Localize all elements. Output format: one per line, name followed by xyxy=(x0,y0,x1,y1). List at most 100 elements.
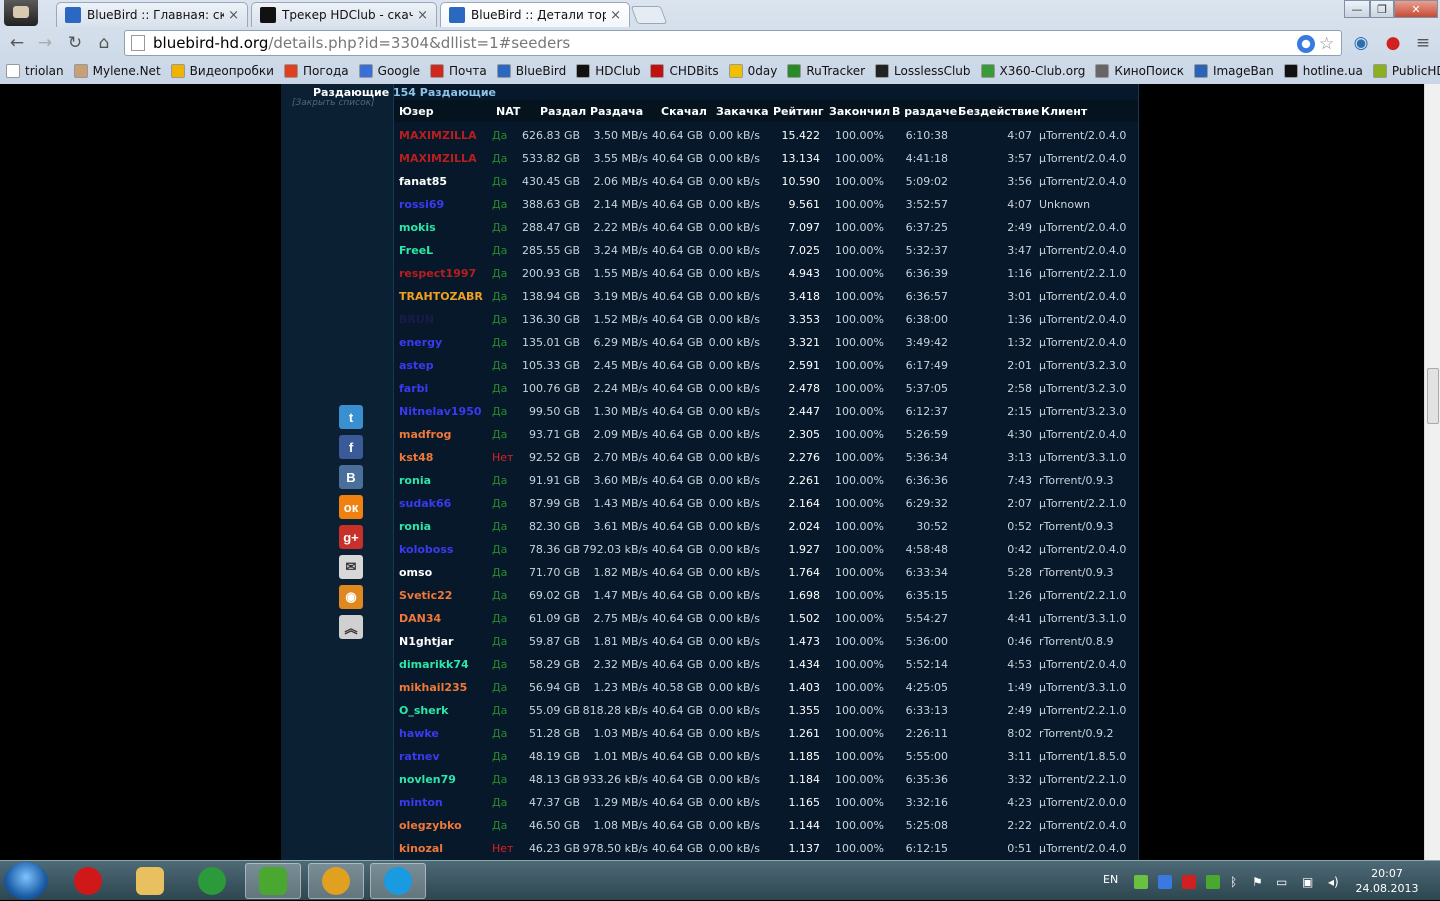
cell-user[interactable]: N1ghtjar xyxy=(399,635,489,648)
scrollbar[interactable] xyxy=(1424,84,1440,860)
tab-3[interactable]: BlueBird :: Детали торрен × xyxy=(440,2,630,27)
bookmark-item[interactable]: LosslessClub xyxy=(875,64,971,78)
close-window-button[interactable]: ✕ xyxy=(1394,0,1438,18)
cell-user[interactable]: ronia xyxy=(399,520,489,533)
cell-user[interactable]: dimarikk74 xyxy=(399,658,489,671)
bookmark-item[interactable]: Почта xyxy=(429,64,487,78)
column-header[interactable]: Раздача xyxy=(590,105,643,118)
cell-user[interactable]: minton xyxy=(399,796,489,809)
cell-user[interactable]: olegzybko xyxy=(399,819,489,832)
new-tab-button[interactable] xyxy=(630,6,668,24)
profile-avatar[interactable] xyxy=(4,0,38,26)
column-header[interactable]: NAT xyxy=(496,105,520,118)
tab-close-icon[interactable]: × xyxy=(417,8,428,23)
cell-user[interactable]: astep xyxy=(399,359,489,372)
bookmark-item[interactable]: КиноПоиск xyxy=(1095,64,1184,78)
cell-user[interactable]: rossi69 xyxy=(399,198,489,211)
bookmark-item[interactable]: Google xyxy=(358,64,420,78)
language-indicator[interactable]: EN xyxy=(1103,873,1118,886)
cell-user[interactable]: O_sherk xyxy=(399,704,489,717)
bookmark-item[interactable]: triolan xyxy=(6,64,64,78)
back-icon[interactable]: ← xyxy=(6,32,28,54)
column-header[interactable]: Закачка xyxy=(716,105,769,118)
rss-icon[interactable]: ◉ xyxy=(339,585,363,609)
bookmark-item[interactable]: BlueBird xyxy=(496,64,566,78)
tray-app-icon[interactable] xyxy=(1134,875,1148,889)
facebook-icon[interactable]: f xyxy=(339,435,363,459)
bookmark-item[interactable]: HDClub xyxy=(576,64,640,78)
column-header[interactable]: Бездействие xyxy=(958,105,1039,118)
google-plus-icon[interactable]: g+ xyxy=(339,525,363,549)
cell-user[interactable]: mikhail235 xyxy=(399,681,489,694)
reload-icon[interactable]: ↻ xyxy=(64,32,86,54)
tab-1[interactable]: BlueBird :: Главная: скача × xyxy=(56,2,248,27)
bookmark-item[interactable]: ImageBan xyxy=(1193,64,1274,78)
cell-user[interactable]: kst48 xyxy=(399,451,489,464)
cell-user[interactable]: MAXIMZILLA xyxy=(399,152,489,165)
bookmark-item[interactable]: Mylene.Net xyxy=(73,64,161,78)
cell-user[interactable]: ratnev xyxy=(399,750,489,763)
cell-user[interactable]: FreeL xyxy=(399,244,489,257)
twitter-icon[interactable]: t xyxy=(339,405,363,429)
extension-globe-icon[interactable]: ◉ xyxy=(1350,32,1372,54)
tray-utorrent-icon[interactable] xyxy=(1206,875,1220,889)
cell-user[interactable]: DAN34 xyxy=(399,612,489,625)
cell-user[interactable]: farbi xyxy=(399,382,489,395)
home-icon[interactable]: ⌂ xyxy=(93,32,115,54)
minimize-button[interactable]: — xyxy=(1344,0,1370,18)
mail-icon[interactable]: ✉ xyxy=(339,555,363,579)
volume-icon[interactable]: ◂) xyxy=(1328,875,1342,889)
scrollbar-thumb[interactable] xyxy=(1427,368,1439,424)
tab-2[interactable]: Трекер HDClub - скачать × xyxy=(251,2,437,27)
cell-user[interactable]: hawke xyxy=(399,727,489,740)
cell-user[interactable]: Svetic22 xyxy=(399,589,489,602)
column-header[interactable]: Рейтинг xyxy=(773,105,824,118)
column-header[interactable]: Закончил xyxy=(829,105,890,118)
clock[interactable]: 20:07 24.08.2013 xyxy=(1352,866,1422,896)
cell-user[interactable]: TRAHTOZABR xyxy=(399,290,489,303)
bookmark-item[interactable]: 0day xyxy=(728,64,777,78)
cell-user[interactable]: mokis xyxy=(399,221,489,234)
bookmark-item[interactable]: PublicHD xyxy=(1372,64,1440,78)
cell-user[interactable]: novlen79 xyxy=(399,773,489,786)
bookmark-item[interactable]: X360-Club.org xyxy=(980,64,1085,78)
tab-close-icon[interactable]: × xyxy=(610,8,621,23)
menu-icon[interactable]: ≡ xyxy=(1412,32,1434,54)
cell-user[interactable]: ronia xyxy=(399,474,489,487)
bookmark-item[interactable]: Погода xyxy=(283,64,349,78)
column-header[interactable]: В раздаче xyxy=(892,105,957,118)
cell-user[interactable]: respect1997 xyxy=(399,267,489,280)
taskbar-chrome-window[interactable] xyxy=(308,863,364,899)
forward-icon[interactable]: → xyxy=(34,32,56,54)
taskbar-skype[interactable] xyxy=(370,863,426,899)
column-header[interactable]: Юзер xyxy=(399,105,434,118)
cell-user[interactable]: energy xyxy=(399,336,489,349)
vkontakte-icon[interactable]: B xyxy=(339,465,363,489)
bluetooth-icon[interactable]: ᛒ xyxy=(1230,875,1244,889)
extension-adblock-icon[interactable]: ● xyxy=(1382,32,1404,54)
cell-user[interactable]: madfrog xyxy=(399,428,489,441)
taskbar-opera[interactable] xyxy=(60,863,116,899)
taskbar-file-explorer[interactable] xyxy=(122,863,178,899)
bookmark-item[interactable]: hotline.ua xyxy=(1283,64,1363,78)
cell-user[interactable]: kinozal xyxy=(399,842,489,855)
cell-user[interactable]: sudak66 xyxy=(399,497,489,510)
cell-user[interactable]: BRUN xyxy=(399,313,489,326)
bookmark-star-icon[interactable]: ☆ xyxy=(1319,35,1337,53)
close-list-link[interactable]: [Закрыть список] xyxy=(292,98,375,108)
tray-shield-icon[interactable] xyxy=(1158,875,1172,889)
cell-user[interactable]: omso xyxy=(399,566,489,579)
taskbar-chrome[interactable] xyxy=(184,863,240,899)
cell-user[interactable]: Nitnelav1950 xyxy=(399,405,489,418)
odnoklassniki-icon[interactable]: ок xyxy=(339,495,363,519)
cell-user[interactable]: fanat85 xyxy=(399,175,489,188)
bookmark-item[interactable]: RuTracker xyxy=(787,64,865,78)
scroll-top-icon[interactable]: ︽ xyxy=(339,615,363,639)
address-bar[interactable]: bluebird-hd.org/details.php?id=3304&dlli… xyxy=(124,30,1342,56)
column-header[interactable]: Клиент xyxy=(1041,105,1087,118)
translate-icon[interactable] xyxy=(1297,35,1315,53)
bookmark-item[interactable]: CHDBits xyxy=(650,64,719,78)
tray-antivirus-icon[interactable] xyxy=(1182,875,1196,889)
tab-close-icon[interactable]: × xyxy=(228,8,239,23)
restore-button[interactable]: ❐ xyxy=(1370,0,1394,18)
